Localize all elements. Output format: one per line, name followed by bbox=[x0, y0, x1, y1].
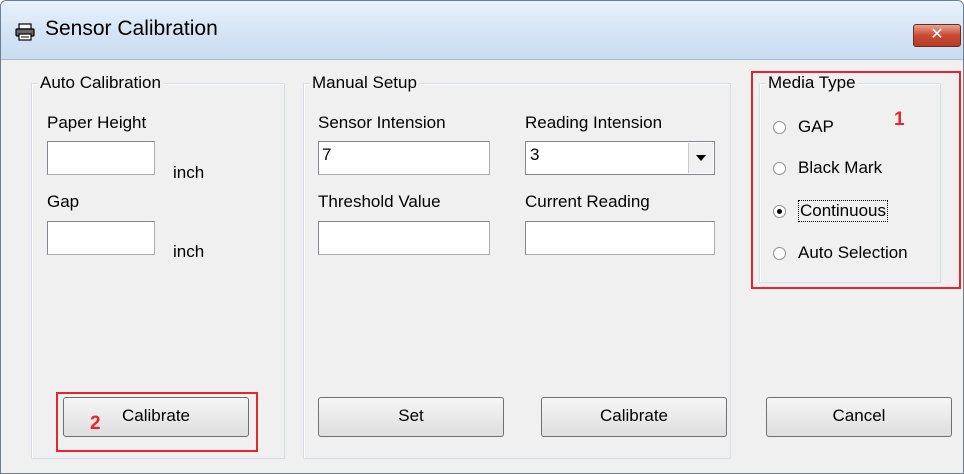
window-title: Sensor Calibration bbox=[45, 17, 218, 40]
gap-unit: inch bbox=[173, 242, 205, 261]
manual-calibrate-button[interactable]: Calibrate bbox=[541, 397, 727, 437]
sensor-intension-input[interactable]: 7 bbox=[318, 141, 490, 175]
threshold-value-label: Threshold Value bbox=[318, 192, 441, 211]
current-reading-input[interactable] bbox=[525, 221, 715, 255]
annotation-box-media-type bbox=[751, 71, 961, 289]
auto-calibration-title: Auto Calibration bbox=[38, 73, 163, 93]
dialog-window: Sensor Calibration ✕ Auto Calibration Pa… bbox=[0, 0, 964, 474]
paper-height-label: Paper Height bbox=[47, 113, 147, 132]
cancel-button[interactable]: Cancel bbox=[766, 397, 952, 437]
printer-icon bbox=[15, 23, 35, 41]
set-button[interactable]: Set bbox=[318, 397, 504, 437]
chevron-down-icon[interactable] bbox=[688, 143, 713, 173]
title-bar[interactable]: Sensor Calibration ✕ bbox=[1, 1, 963, 60]
gap-label: Gap bbox=[47, 192, 80, 211]
reading-intension-value: 3 bbox=[530, 145, 540, 164]
gap-input[interactable] bbox=[47, 221, 155, 255]
paper-height-input[interactable] bbox=[47, 141, 155, 175]
reading-intension-label: Reading Intension bbox=[525, 113, 663, 132]
close-icon: ✕ bbox=[930, 26, 944, 43]
annotation-marker-2: 2 bbox=[90, 413, 101, 434]
annotation-marker-1: 1 bbox=[894, 109, 905, 130]
paper-height-unit: inch bbox=[173, 163, 205, 182]
close-button[interactable]: ✕ bbox=[913, 24, 961, 47]
manual-setup-title: Manual Setup bbox=[310, 73, 419, 93]
reading-intension-select[interactable]: 3 bbox=[525, 141, 715, 175]
threshold-value-input[interactable] bbox=[318, 221, 490, 255]
sensor-intension-label: Sensor Intension bbox=[318, 113, 446, 132]
annotation-box-calibrate bbox=[56, 392, 258, 452]
current-reading-label: Current Reading bbox=[525, 192, 650, 211]
